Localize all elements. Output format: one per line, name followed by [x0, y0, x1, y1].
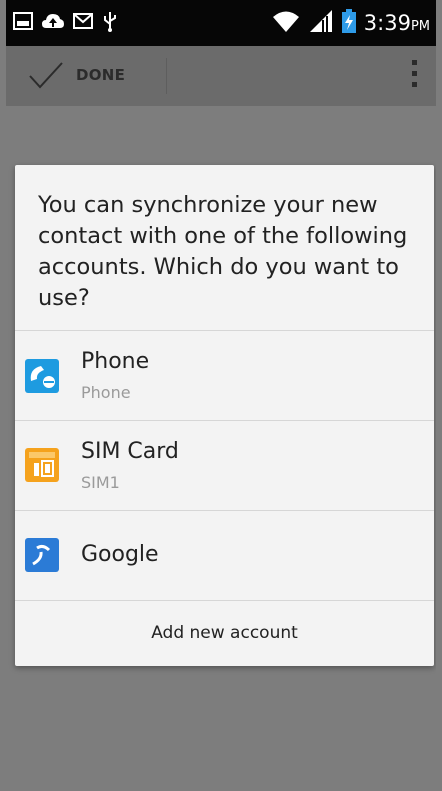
account-row-phone[interactable]: Phone Phone: [15, 331, 434, 420]
done-label: DONE: [76, 66, 126, 84]
account-row-sim[interactable]: SIM Card SIM1: [15, 421, 434, 510]
wifi-icon: [272, 8, 300, 38]
account-name: Google: [81, 542, 159, 567]
usb-icon: [101, 10, 119, 36]
notification-icons: [12, 10, 119, 36]
sim-card-icon: [25, 448, 59, 482]
signal-icon: [308, 8, 334, 38]
clock-ampm: PM: [410, 19, 430, 34]
account-row-google[interactable]: Google: [15, 511, 434, 600]
battery-charging-icon: [341, 9, 356, 37]
checkmark-icon: [28, 60, 64, 96]
status-bar: 3:39PM: [6, 0, 436, 46]
add-new-account-button[interactable]: Add new account: [15, 600, 434, 666]
gmail-icon: [72, 10, 94, 36]
action-bar-divider: [166, 58, 167, 94]
dialog-message: You can synchronize your new contact wit…: [38, 192, 408, 311]
cloud-upload-icon: [41, 10, 65, 36]
account-type: Phone: [81, 383, 131, 402]
overflow-menu-icon[interactable]: [408, 60, 420, 94]
gallery-icon: [12, 10, 34, 36]
clock: 3:39PM: [364, 11, 430, 35]
system-icons: 3:39PM: [272, 8, 430, 38]
done-button[interactable]: DONE: [6, 46, 166, 106]
google-icon: [25, 538, 59, 572]
account-name: Phone: [81, 349, 150, 374]
account-type: SIM1: [81, 473, 120, 492]
action-bar: DONE: [6, 46, 436, 106]
account-name: SIM Card: [81, 439, 179, 464]
clock-time: 3:39: [363, 11, 411, 35]
account-chooser-dialog: You can synchronize your new contact wit…: [15, 165, 434, 666]
screen: 3:39PM DONE You can synchronize your new…: [6, 0, 436, 791]
phone-contact-icon: [25, 359, 59, 393]
